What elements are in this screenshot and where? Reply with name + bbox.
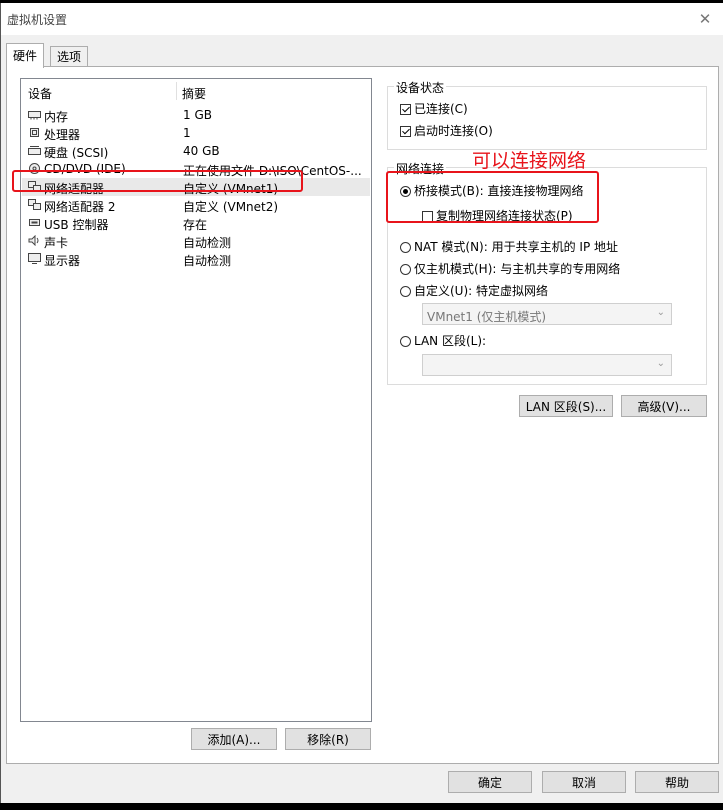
device-row-harddisk[interactable]: 硬盘 (SCSI) 40 GB [22, 142, 370, 160]
device-summary: 1 GB [183, 108, 212, 122]
ok-button[interactable]: 确定 [448, 771, 532, 793]
device-name: 硬盘 (SCSI) [44, 146, 109, 160]
device-summary: 40 GB [183, 144, 220, 158]
custom-network-value: VMnet1 (仅主机模式) [427, 310, 547, 324]
device-row-memory[interactable]: 内存 1 GB [22, 106, 370, 124]
host-only-label: 仅主机模式(H): 与主机共享的专用网络 [414, 262, 621, 276]
device-name: 内存 [44, 110, 69, 124]
device-name: 处理器 [44, 128, 81, 142]
processor-icon [30, 128, 39, 137]
checkbox-checked-icon[interactable] [400, 126, 411, 137]
memory-icon [28, 111, 41, 120]
custom-network-label: 自定义(U): 特定虚拟网络 [414, 284, 549, 298]
device-name: 显示器 [44, 254, 81, 268]
lan-segment-select[interactable]: ⌄ [422, 354, 672, 376]
device-summary: 自动检测 [183, 236, 232, 250]
annotation-highlight-bridged-mode [386, 171, 599, 223]
device-summary: 存在 [183, 218, 208, 232]
usb-icon [29, 219, 40, 226]
display-icon [28, 253, 41, 264]
radio-unselected-icon[interactable] [400, 286, 411, 297]
vm-settings-window: 虚拟机设置 ✕ 硬件 选项 设备 摘要 内存 1 GB 处理器 1 硬盘 (SC… [0, 3, 723, 803]
tab-options[interactable]: 选项 [50, 46, 89, 67]
annotation-highlight-network-adapter [12, 170, 303, 192]
device-status-group: 设备状态 已连接(C) 启动时连接(O) [387, 79, 707, 150]
device-summary: 自动检测 [183, 254, 232, 268]
lan-segments-button[interactable]: LAN 区段(S)... [519, 395, 613, 417]
sound-icon [28, 235, 39, 246]
device-row-usb[interactable]: USB 控制器 存在 [22, 214, 370, 232]
checkbox-checked-icon[interactable] [400, 104, 411, 115]
custom-network-select[interactable]: VMnet1 (仅主机模式) ⌄ [422, 303, 672, 325]
device-row-sound[interactable]: 声卡 自动检测 [22, 232, 370, 250]
tab-hardware[interactable]: 硬件 [6, 43, 45, 68]
chevron-down-icon: ⌄ [656, 307, 665, 318]
help-button[interactable]: 帮助 [635, 771, 719, 793]
column-header-summary[interactable]: 摘要 [182, 85, 206, 102]
device-name: USB 控制器 [44, 218, 109, 232]
device-row-processor[interactable]: 处理器 1 [22, 124, 370, 142]
device-name: 声卡 [44, 236, 69, 250]
connect-at-power-on-checkbox[interactable]: 启动时连接(O) [400, 122, 493, 139]
lan-segment-radio[interactable]: LAN 区段(L): [400, 332, 486, 349]
host-only-radio[interactable]: 仅主机模式(H): 与主机共享的专用网络 [400, 260, 620, 277]
window-title: 虚拟机设置 [7, 13, 68, 27]
device-name: 网络适配器 2 [44, 200, 116, 214]
radio-unselected-icon[interactable] [400, 242, 411, 253]
chevron-down-icon: ⌄ [656, 358, 665, 369]
nat-mode-radio[interactable]: NAT 模式(N): 用于共享主机的 IP 地址 [400, 238, 618, 255]
remove-button[interactable]: 移除(R) [285, 728, 371, 750]
device-row-display[interactable]: 显示器 自动检测 [22, 250, 370, 268]
close-icon[interactable]: ✕ [693, 7, 717, 31]
column-separator[interactable] [176, 82, 177, 100]
cancel-button[interactable]: 取消 [542, 771, 626, 793]
device-summary: 自定义 (VMnet2) [183, 200, 279, 214]
nat-mode-label: NAT 模式(N): 用于共享主机的 IP 地址 [414, 240, 619, 254]
device-summary: 1 [183, 126, 191, 140]
device-status-title: 设备状态 [394, 79, 447, 96]
custom-network-radio[interactable]: 自定义(U): 特定虚拟网络 [400, 282, 548, 299]
title-bar[interactable]: 虚拟机设置 ✕ [1, 3, 723, 35]
annotation-text: 可以连接网络 [472, 150, 587, 172]
harddisk-icon [28, 146, 41, 155]
connect-at-power-on-label: 启动时连接(O) [414, 124, 493, 138]
network-adapter-icon [28, 199, 41, 210]
lan-segment-label: LAN 区段(L): [414, 334, 487, 348]
connected-checkbox[interactable]: 已连接(C) [400, 100, 468, 117]
add-button[interactable]: 添加(A)... [191, 728, 277, 750]
advanced-button[interactable]: 高级(V)... [621, 395, 707, 417]
connected-label: 已连接(C) [414, 102, 468, 116]
radio-unselected-icon[interactable] [400, 336, 411, 347]
device-row-network-adapter-2[interactable]: 网络适配器 2 自定义 (VMnet2) [22, 196, 370, 214]
radio-unselected-icon[interactable] [400, 264, 411, 275]
column-header-device[interactable]: 设备 [28, 85, 52, 102]
